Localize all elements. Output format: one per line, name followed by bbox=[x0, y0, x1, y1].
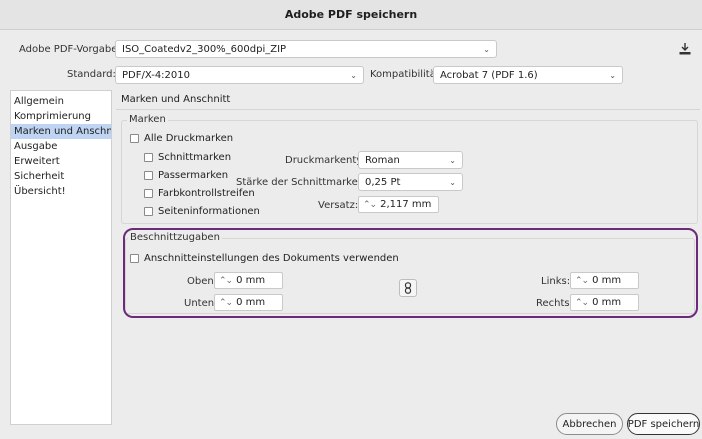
color-bars-label: Farbkontrollstreifen bbox=[158, 188, 255, 199]
panel-title: Marken und Anschnitt bbox=[121, 94, 231, 105]
compat-value: Acrobat 7 (PDF 1.6) bbox=[440, 69, 538, 81]
window-title: Adobe PDF speichern bbox=[284, 8, 418, 21]
mark-type-value: Roman bbox=[365, 154, 400, 166]
sidebar-item-sicherheit[interactable]: Sicherheit bbox=[11, 169, 111, 184]
bleed-top-value: 0 mm bbox=[236, 275, 266, 286]
bleed-right-stepper[interactable]: ⌃⌄ 0 mm bbox=[570, 294, 639, 311]
all-marks-label: Alle Druckmarken bbox=[144, 133, 234, 144]
offset-stepper[interactable]: ⌃⌄ 2,117 mm bbox=[358, 196, 439, 213]
standard-label: Standard: bbox=[67, 69, 116, 80]
all-marks-checkbox[interactable]: Alle Druckmarken bbox=[130, 133, 233, 144]
marks-group-title: Marken bbox=[127, 114, 168, 125]
compat-select[interactable]: Acrobat 7 (PDF 1.6) ⌄ bbox=[433, 66, 623, 84]
title-bar: Adobe PDF speichern bbox=[0, 0, 702, 30]
bleed-top-stepper[interactable]: ⌃⌄ 0 mm bbox=[214, 272, 283, 289]
sidebar-item-uebersicht[interactable]: Übersicht! bbox=[11, 184, 111, 199]
sidebar-item-marken-und-anschnitt[interactable]: Marken und Anschnitt bbox=[11, 124, 111, 139]
save-preset-icon[interactable] bbox=[677, 41, 693, 57]
chevron-down-icon: ⌄ bbox=[609, 70, 616, 80]
category-sidebar: Allgemein Komprimierung Marken und Ansch… bbox=[10, 90, 112, 425]
chevron-down-icon: ⌄ bbox=[483, 44, 490, 54]
link-chain-icon[interactable] bbox=[399, 279, 417, 297]
use-document-bleed-label: Anschnitteinstellungen des Dokuments ver… bbox=[144, 253, 399, 264]
checkbox-box bbox=[144, 153, 153, 162]
cancel-button[interactable]: Abbrechen bbox=[556, 413, 623, 435]
mark-weight-label: Stärke der Schnittmarke: bbox=[236, 177, 362, 188]
offset-label: Versatz: bbox=[318, 200, 359, 211]
crop-marks-label: Schnittmarken bbox=[158, 152, 232, 163]
bleed-left-label: Links: bbox=[541, 276, 571, 287]
standard-select[interactable]: PDF/X-4:2010 ⌄ bbox=[115, 66, 364, 84]
bleed-left-value: 0 mm bbox=[592, 275, 622, 286]
preset-value: ISO_Coatedv2_300%_600dpi_ZIP bbox=[122, 43, 287, 55]
mark-weight-value: 0,25 Pt bbox=[365, 176, 401, 188]
sidebar-item-ausgabe[interactable]: Ausgabe bbox=[11, 139, 111, 154]
bleed-group-title: Beschnittzugaben bbox=[128, 232, 222, 243]
bleed-bottom-label: Unten: bbox=[184, 298, 218, 309]
standard-value: PDF/X-4:2010 bbox=[122, 69, 190, 81]
crop-marks-checkbox[interactable]: Schnittmarken bbox=[144, 152, 231, 163]
stepper-arrows-icon[interactable]: ⌃⌄ bbox=[219, 276, 233, 286]
stepper-arrows-icon[interactable]: ⌃⌄ bbox=[575, 276, 589, 286]
sidebar-item-erweitert[interactable]: Erweitert bbox=[11, 154, 111, 169]
bleed-bottom-value: 0 mm bbox=[236, 297, 266, 308]
bleed-left-stepper[interactable]: ⌃⌄ 0 mm bbox=[570, 272, 639, 289]
bleed-right-label: Rechts: bbox=[536, 298, 573, 309]
save-pdf-button[interactable]: PDF speichern bbox=[627, 413, 700, 435]
page-info-label: Seiteninformationen bbox=[158, 206, 260, 217]
mark-type-select[interactable]: Roman ⌄ bbox=[358, 151, 463, 169]
use-document-bleed-checkbox[interactable]: Anschnitteinstellungen des Dokuments ver… bbox=[130, 253, 399, 264]
stepper-arrows-icon[interactable]: ⌃⌄ bbox=[219, 298, 233, 308]
registration-marks-label: Passermarken bbox=[158, 170, 229, 181]
bleed-top-label: Oben: bbox=[187, 276, 218, 287]
sidebar-item-komprimierung[interactable]: Komprimierung bbox=[11, 109, 111, 124]
chevron-down-icon: ⌄ bbox=[449, 155, 456, 165]
checkbox-box bbox=[144, 207, 153, 216]
bleed-bottom-stepper[interactable]: ⌃⌄ 0 mm bbox=[214, 294, 283, 311]
offset-value: 2,117 mm bbox=[380, 199, 432, 210]
stepper-arrows-icon[interactable]: ⌃⌄ bbox=[575, 298, 589, 308]
color-bars-checkbox[interactable]: Farbkontrollstreifen bbox=[144, 188, 255, 199]
checkbox-box bbox=[144, 171, 153, 180]
preset-label: Adobe PDF-Vorgabe: bbox=[19, 44, 121, 55]
checkbox-box bbox=[144, 189, 153, 198]
mark-weight-select[interactable]: 0,25 Pt ⌄ bbox=[358, 173, 463, 191]
chevron-down-icon: ⌄ bbox=[350, 70, 357, 80]
sidebar-item-allgemein[interactable]: Allgemein bbox=[11, 94, 111, 109]
stepper-arrows-icon[interactable]: ⌃⌄ bbox=[363, 200, 377, 210]
page-info-checkbox[interactable]: Seiteninformationen bbox=[144, 206, 260, 217]
checkbox-box bbox=[130, 134, 139, 143]
preset-select[interactable]: ISO_Coatedv2_300%_600dpi_ZIP ⌄ bbox=[115, 40, 497, 58]
panel-divider bbox=[116, 109, 700, 110]
checkbox-box bbox=[130, 254, 139, 263]
bleed-right-value: 0 mm bbox=[592, 297, 622, 308]
chevron-down-icon: ⌄ bbox=[449, 177, 456, 187]
registration-marks-checkbox[interactable]: Passermarken bbox=[144, 170, 228, 181]
